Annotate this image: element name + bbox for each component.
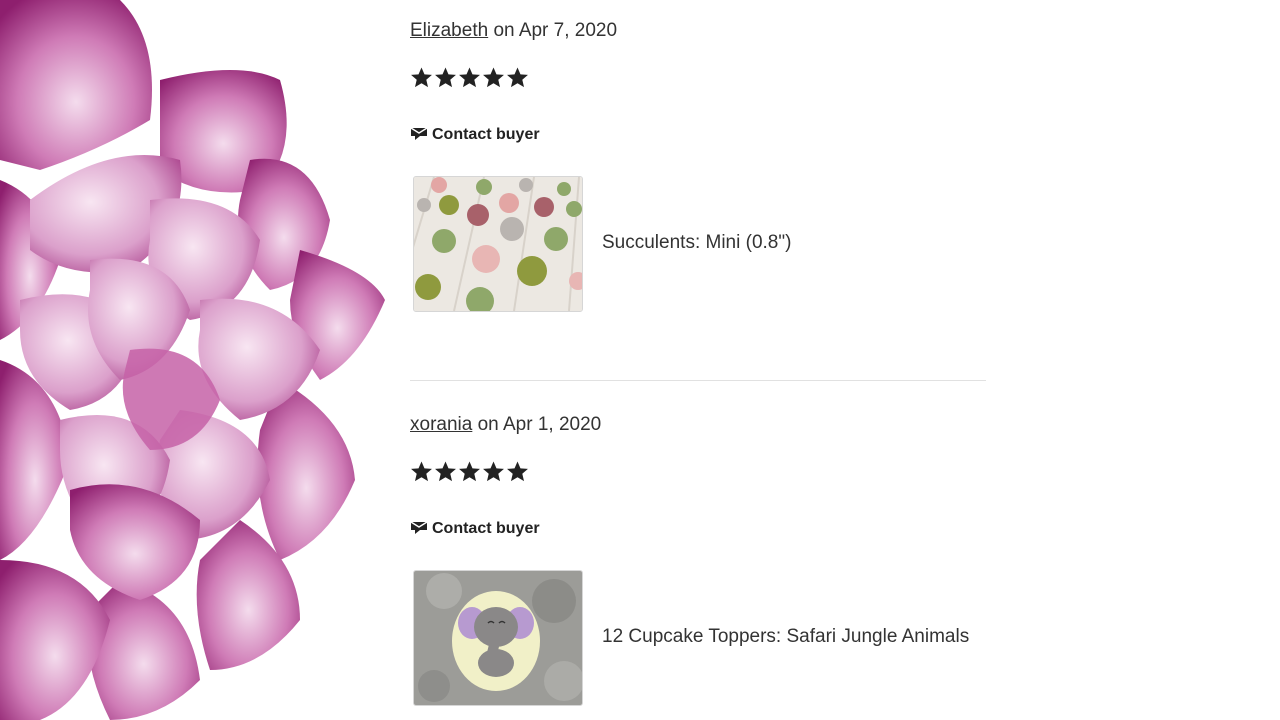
review-date: on Apr 1, 2020 — [472, 414, 602, 435]
star-icon — [483, 461, 504, 482]
elephant-topper-photo — [414, 571, 582, 705]
star-icon — [507, 67, 528, 88]
review-item: Elizabeth on Apr 7, 2020 Contact buyer S… — [410, 18, 986, 312]
star-icon — [483, 67, 504, 88]
review-date: on Apr 7, 2020 — [488, 20, 618, 41]
review-meta: xorania on Apr 1, 2020 — [410, 412, 986, 438]
star-icon — [435, 461, 456, 482]
review-divider — [410, 380, 986, 381]
reviewer-link[interactable]: Elizabeth — [410, 20, 488, 41]
star-rating — [410, 460, 529, 483]
review-item: xorania on Apr 1, 2020 Contact buyer 12 … — [410, 412, 986, 706]
contact-buyer-button[interactable]: Contact buyer — [410, 126, 540, 144]
item-thumbnail[interactable] — [413, 176, 583, 312]
message-icon — [410, 521, 428, 534]
contact-buyer-button[interactable]: Contact buyer — [410, 520, 540, 538]
star-rating — [410, 66, 529, 89]
contact-buyer-label: Contact buyer — [432, 126, 540, 143]
item-thumbnail[interactable] — [413, 570, 583, 706]
star-icon — [411, 461, 432, 482]
review-meta: Elizabeth on Apr 7, 2020 — [410, 18, 986, 44]
message-icon — [410, 127, 428, 140]
succulents-photo — [414, 177, 582, 311]
star-icon — [507, 461, 528, 482]
contact-buyer-label: Contact buyer — [432, 520, 540, 537]
star-icon — [459, 67, 480, 88]
reviewer-link[interactable]: xorania — [410, 414, 472, 435]
succulent-flower-illustration — [0, 0, 385, 720]
star-icon — [459, 461, 480, 482]
item-title-link[interactable]: 12 Cupcake Toppers: Safari Jungle Animal… — [602, 626, 969, 648]
item-title-link[interactable]: Succulents: Mini (0.8") — [602, 232, 791, 254]
star-icon — [435, 67, 456, 88]
star-icon — [411, 67, 432, 88]
